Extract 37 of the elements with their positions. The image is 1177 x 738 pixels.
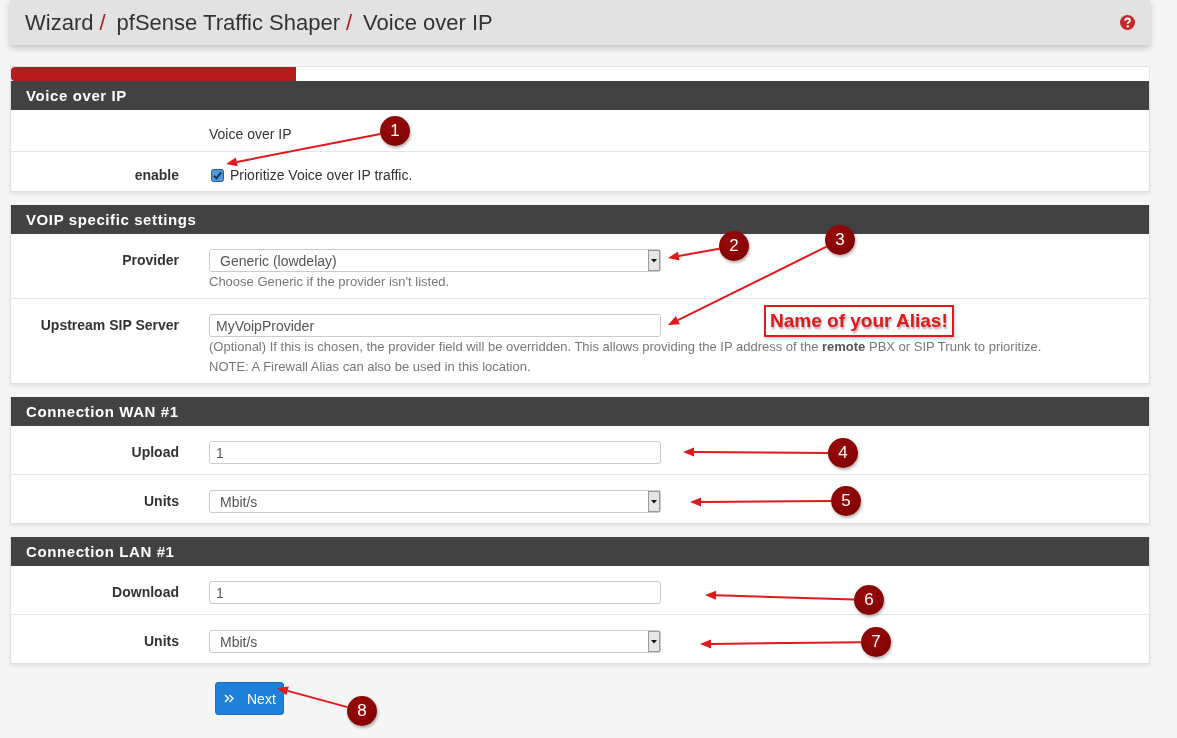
caret-icon bbox=[648, 491, 660, 512]
field-label: Units bbox=[144, 492, 180, 511]
help-text: Choose Generic if the provider isn't listed. bbox=[209, 273, 451, 291]
double-chevron-icon bbox=[224, 694, 234, 703]
callout-marker: 8 bbox=[347, 696, 377, 726]
section-heading: Connection LAN #1 bbox=[11, 537, 1149, 566]
section-heading: VOIP specific settings bbox=[11, 205, 1149, 234]
help-text: (Optional) If this is chosen, the provider field will be overridden. This allows providing the IP address of the remote PBX or SIP Trunk to prioritize. bbox=[209, 338, 1043, 356]
select-field[interactable]: Mbit/s bbox=[209, 630, 661, 653]
text-field[interactable]: 1 bbox=[209, 441, 661, 464]
select-field[interactable]: Mbit/s bbox=[209, 490, 661, 513]
text-field[interactable]: MyVoipProvider bbox=[209, 314, 661, 337]
breadcrumb-item: Wizard bbox=[25, 9, 94, 36]
breadcrumb-separator: / bbox=[346, 9, 353, 36]
breadcrumb-item: Voice over IP bbox=[363, 9, 493, 36]
caret-icon bbox=[648, 631, 660, 652]
next-button[interactable]: Next bbox=[215, 682, 284, 715]
field-label: Upstream SIP Server bbox=[40, 316, 180, 335]
text-field[interactable]: 1 bbox=[209, 581, 661, 604]
field-label: Download bbox=[112, 583, 180, 602]
annotation-note: Name of your Alias! bbox=[764, 305, 954, 337]
checkbox[interactable] bbox=[211, 168, 224, 182]
caret-icon bbox=[648, 250, 660, 271]
field-label: Units bbox=[144, 632, 180, 651]
static-text: Voice over IP bbox=[209, 125, 292, 144]
help-icon[interactable] bbox=[1120, 15, 1135, 30]
breadcrumb-separator: / bbox=[99, 9, 106, 36]
field-label: Provider bbox=[122, 251, 180, 270]
field-label: enable bbox=[134, 166, 180, 185]
breadcrumb-item: pfSense Traffic Shaper bbox=[116, 9, 340, 36]
help-text: NOTE: A Firewall Alias can also be used in this location. bbox=[209, 358, 532, 376]
section-heading: Voice over IP bbox=[11, 81, 1149, 110]
select-field[interactable]: Generic (lowdelay) bbox=[209, 249, 661, 272]
section-heading: Connection WAN #1 bbox=[11, 397, 1149, 426]
callout-arrow bbox=[277, 686, 349, 709]
checkbox-label: Prioritize Voice over IP traffic. bbox=[230, 166, 413, 185]
field-label: Upload bbox=[131, 443, 180, 462]
